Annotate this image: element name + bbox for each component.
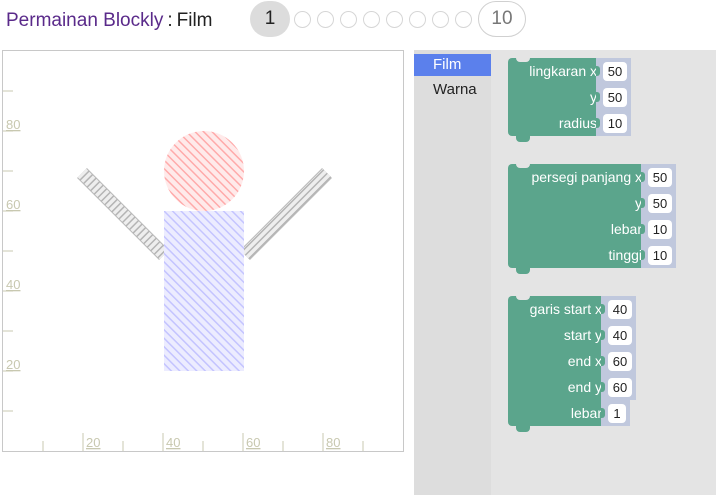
y-tick-60: 60	[6, 197, 20, 212]
body-rect	[164, 211, 244, 371]
line-start-x-input[interactable]: 40	[601, 296, 636, 322]
x-tick-20: 20	[86, 435, 100, 450]
level-8-dot[interactable]	[432, 10, 449, 28]
rect-block[interactable]: persegi panjang x y lebar tinggi 50 50 1…	[508, 164, 676, 274]
level-name: Film	[176, 10, 213, 31]
line-end-y-input[interactable]: 60	[601, 374, 636, 400]
circle-y-value[interactable]: 50	[603, 87, 627, 107]
flyout-blocks-area: lingkaran x y radius 50 50 10 persegi pa…	[491, 50, 716, 495]
rect-block-label-x: persegi panjang x	[531, 169, 642, 185]
line-width-input[interactable]: 1	[601, 400, 630, 426]
level-3-dot[interactable]	[317, 10, 334, 28]
rect-width-input[interactable]: 10	[641, 216, 676, 242]
x-tick-80: 80	[326, 435, 340, 450]
level-2-dot[interactable]	[294, 10, 311, 28]
level-7-dot[interactable]	[409, 10, 426, 28]
line-start-x-value[interactable]: 40	[608, 299, 632, 319]
line-block-body[interactable]: garis start x start y end x end y lebar	[508, 296, 611, 426]
x-axis: 20 40 60 80	[42, 433, 364, 451]
line-start-y-input[interactable]: 40	[601, 322, 636, 348]
circle-radius-value[interactable]: 10	[603, 113, 627, 133]
circle-x-value[interactable]: 50	[603, 61, 627, 81]
x-tick-60: 60	[246, 435, 260, 450]
level-selector: 1 10	[250, 1, 526, 37]
toolbox-category-film[interactable]: Film	[414, 54, 491, 76]
circle-y-input[interactable]: 50	[596, 84, 631, 110]
level-4-dot[interactable]	[340, 10, 357, 28]
circle-x-input[interactable]: 50	[596, 58, 631, 84]
toolbox-category-warna[interactable]: Warna	[414, 79, 491, 101]
y-axis: 80 60 40 20	[3, 90, 20, 412]
rect-y-value[interactable]: 50	[648, 193, 672, 213]
app-root: Permainan Blockly : Film 1 10 80 60 40 2…	[0, 0, 716, 495]
rect-height-input[interactable]: 10	[641, 242, 676, 268]
header: Permainan Blockly : Film	[6, 6, 213, 36]
level-6-dot[interactable]	[386, 10, 403, 28]
line-block[interactable]: garis start x start y end x end y lebar	[508, 296, 636, 432]
rect-width-value[interactable]: 10	[648, 219, 672, 239]
line-end-y-value[interactable]: 60	[608, 377, 632, 397]
line-start-y-value[interactable]: 40	[608, 325, 632, 345]
x-tick-40: 40	[166, 435, 180, 450]
rect-block-body[interactable]: persegi panjang x y lebar tinggi	[508, 164, 651, 268]
level-1-button[interactable]: 1	[250, 1, 290, 37]
rect-height-value[interactable]: 10	[648, 245, 672, 265]
y-tick-20: 20	[6, 357, 20, 372]
stick-figure	[77, 131, 332, 371]
line-end-x-value[interactable]: 60	[608, 351, 632, 371]
app-title-link[interactable]: Permainan Blockly	[6, 10, 163, 32]
line-end-x-input[interactable]: 60	[601, 348, 636, 374]
rect-x-input[interactable]: 50	[641, 164, 676, 190]
left-arm-hatch	[77, 168, 169, 260]
rect-y-input[interactable]: 50	[641, 190, 676, 216]
level-9-dot[interactable]	[455, 10, 472, 28]
blockly-workspace: Film Warna lingkaran x y radius 50 50 10…	[414, 50, 716, 495]
right-arm-hatch	[240, 168, 332, 260]
level-5-dot[interactable]	[363, 10, 380, 28]
circle-block-body[interactable]: lingkaran x y radius	[508, 58, 606, 136]
circle-block[interactable]: lingkaran x y radius 50 50 10	[508, 58, 631, 142]
title-separator: :	[167, 10, 173, 31]
line-block-label-start-x: garis start x	[529, 301, 602, 317]
y-tick-80: 80	[6, 117, 20, 132]
level-10-button[interactable]: 10	[478, 1, 526, 37]
circle-block-label-x: lingkaran x	[529, 63, 597, 79]
drawing-svg: 80 60 40 20 20 40 60 80	[3, 90, 364, 451]
toolbox: Film Warna	[414, 50, 491, 495]
visualization-canvas: 80 60 40 20 20 40 60 80	[2, 50, 404, 452]
line-width-value[interactable]: 1	[608, 403, 626, 423]
y-tick-40: 40	[6, 277, 20, 292]
rect-x-value[interactable]: 50	[648, 167, 672, 187]
circle-radius-input[interactable]: 10	[596, 110, 631, 136]
head-circle	[164, 131, 244, 211]
